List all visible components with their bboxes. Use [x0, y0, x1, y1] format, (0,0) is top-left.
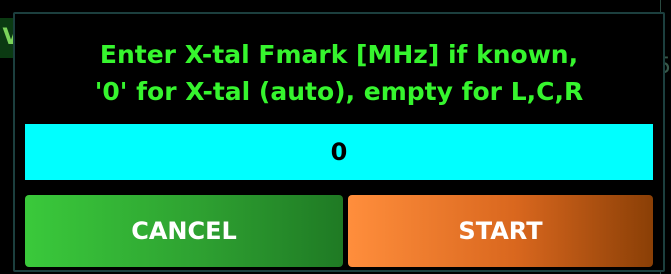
input-dialog: Enter X-tal Fmark [MHz] if known, '0' fo… — [13, 12, 665, 272]
dialog-title: Enter X-tal Fmark [MHz] if known, '0' fo… — [15, 36, 663, 110]
start-button[interactable]: START — [348, 195, 653, 267]
screen: V 45 Enter X-tal Fmark [MHz] if known, '… — [0, 0, 671, 274]
dialog-title-line-1: Enter X-tal Fmark [MHz] if known, — [99, 40, 579, 69]
cancel-button[interactable]: CANCEL — [25, 195, 343, 267]
frequency-input[interactable] — [25, 124, 653, 180]
dialog-title-line-2: '0' for X-tal (auto), empty for L,C,R — [94, 77, 584, 106]
